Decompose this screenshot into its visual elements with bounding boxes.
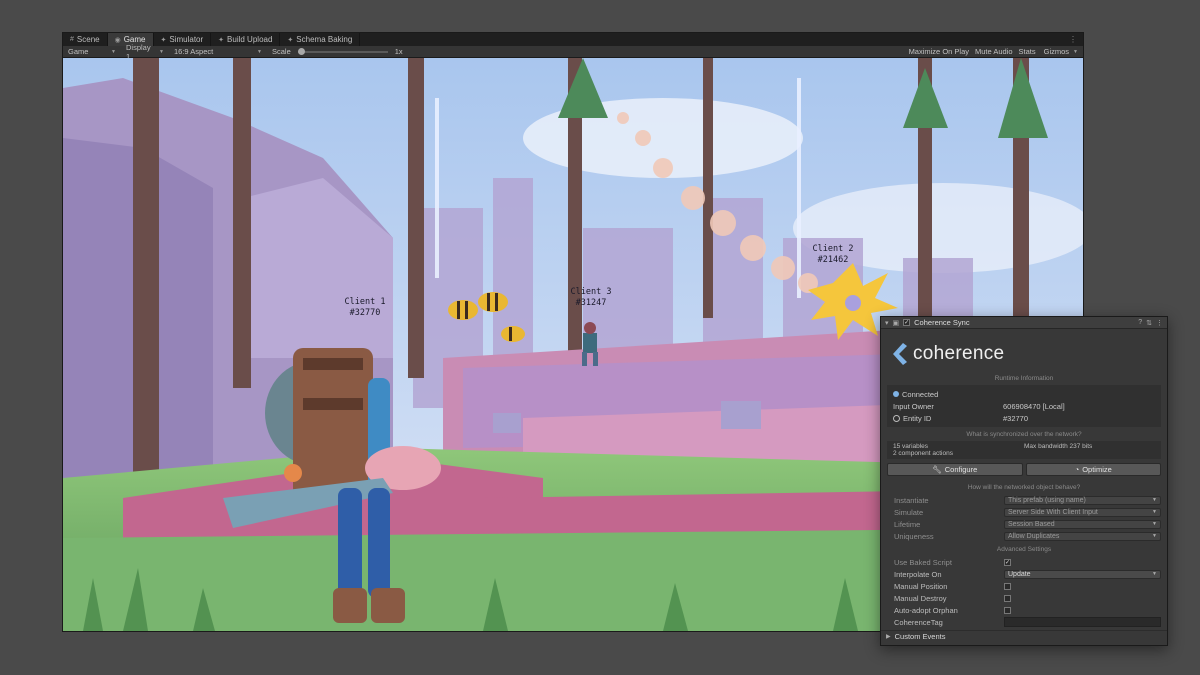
maximize-on-play-button[interactable]: Maximize On Play	[906, 46, 972, 57]
sync-stats: 15 variables 2 component actions Max ban…	[887, 441, 1161, 459]
preset-icon[interactable]: ⇅	[1146, 319, 1152, 327]
variables-count: 15 variables	[893, 443, 929, 450]
game-toolbar: Game ▼ Display 1 ▼ 16:9 Aspect ▼ Scale 1x M…	[63, 43, 1083, 61]
uniqueness-dropdown[interactable]: Allow Duplicates ▼	[1004, 531, 1161, 541]
simulator-icon: ✦	[160, 36, 167, 44]
more-options-icon[interactable]: ⋮	[1156, 319, 1163, 327]
tab-schema-baking[interactable]: ✦ Schema Baking	[280, 33, 361, 46]
baking-icon: ✦	[287, 36, 294, 44]
scale-control: Scale 1x	[272, 47, 403, 56]
optimize-button[interactable]: ◔ Optimize	[1025, 463, 1161, 476]
coherence-logo-icon	[893, 343, 907, 365]
chevron-right-icon: ▶	[886, 634, 891, 640]
interpolate-on-dropdown[interactable]: Update ▼	[1004, 569, 1161, 579]
auto-adopt-orphan-row: Auto-adopt Orphan	[881, 604, 1167, 616]
interpolate-on-row: Interpolate On Update ▼	[881, 568, 1167, 580]
sync-heading: What is synchronized over the network?	[966, 431, 1082, 438]
scale-slider[interactable]	[297, 47, 388, 55]
entity-icon	[893, 414, 900, 422]
entity-id-value: #32770	[1003, 413, 1029, 423]
client-3-label: Client 3 #31247	[570, 287, 612, 308]
coherence-sync-inspector: ▾ ▣ ✓ Coherence Sync ? ⇅ ⋮ coherence Run…	[880, 316, 1168, 646]
chevron-down-icon: ▼	[1152, 571, 1157, 577]
simulate-row: Simulate Server Side With Client Input ▼	[881, 506, 1167, 518]
manual-position-checkbox[interactable]	[1004, 582, 1011, 590]
chevron-down-icon: ▼	[1152, 533, 1157, 539]
client-2-label: Client 2 #21462	[812, 244, 854, 265]
runtime-info-heading: Runtime Information	[994, 375, 1054, 382]
client-1-label: Client 1 #32770	[344, 297, 386, 318]
manual-position-row: Manual Position	[881, 580, 1167, 592]
instantiate-row: Instantiate This prefab (using name) ▼	[881, 494, 1167, 506]
chevron-down-icon: ▼	[1152, 497, 1157, 503]
chevron-down-icon: ▼	[257, 48, 262, 55]
upload-icon: ✦	[218, 36, 225, 44]
gamepad-icon: ◉	[114, 36, 121, 44]
tab-scene[interactable]: # Scene	[63, 33, 108, 46]
chevron-down-icon: ▼	[1073, 48, 1078, 55]
mute-audio-button[interactable]: Mute Audio	[972, 46, 1016, 57]
grid-icon: #	[70, 36, 74, 43]
custom-events-foldout[interactable]: ▶ Custom Events	[881, 630, 1167, 642]
chevron-down-icon: ▼	[111, 48, 116, 55]
connected-status-icon	[893, 391, 899, 397]
script-icon: ▣	[892, 319, 900, 327]
lifetime-row: Lifetime Session Based ▼	[881, 518, 1167, 530]
uniqueness-row: Uniqueness Allow Duplicates ▼	[881, 530, 1167, 542]
instantiate-dropdown[interactable]: This prefab (using name) ▼	[1004, 495, 1161, 505]
stats-button[interactable]: Stats	[1016, 46, 1039, 57]
more-options-icon[interactable]: ⋮	[1063, 33, 1083, 46]
manual-destroy-checkbox[interactable]	[1004, 594, 1011, 602]
component-header[interactable]: ▾ ▣ ✓ Coherence Sync ? ⇅ ⋮	[881, 317, 1167, 329]
scale-slider-handle[interactable]	[297, 47, 305, 55]
component-actions-count: 2 component actions	[893, 450, 953, 457]
enabled-checkbox[interactable]: ✓	[903, 319, 911, 326]
advanced-heading: Advanced Settings	[996, 546, 1052, 553]
connected-status: Connected	[902, 389, 939, 399]
input-owner-label: Input Owner	[893, 401, 934, 411]
display-dropdown[interactable]: Display 1 ▼	[121, 43, 169, 61]
tab-simulator[interactable]: ✦ Simulator	[154, 33, 212, 46]
configure-button[interactable]: 🔧︎ Configure	[887, 463, 1023, 476]
runtime-info-box: Connected Input Owner 606908470 [Local] E…	[887, 385, 1161, 427]
coherence-tag-row: CoherenceTag	[881, 616, 1167, 628]
wrench-icon: 🔧︎	[932, 465, 942, 474]
max-bandwidth: Max bandwidth 237 bits	[1024, 443, 1093, 450]
mode-dropdown[interactable]: Game ▼	[63, 46, 121, 57]
use-baked-script-row: Use Baked Script ✓	[894, 557, 1011, 567]
tab-build-upload[interactable]: ✦ Build Upload	[211, 33, 281, 46]
manual-destroy-row: Manual Destroy	[881, 592, 1167, 604]
coherence-logo: coherence	[881, 329, 1167, 371]
auto-adopt-orphan-checkbox[interactable]	[1004, 606, 1011, 614]
gizmos-dropdown[interactable]: Gizmos ▼	[1039, 46, 1083, 57]
use-baked-script-checkbox[interactable]: ✓	[1004, 558, 1011, 566]
simulate-dropdown[interactable]: Server Side With Client Input ▼	[1004, 507, 1161, 517]
input-owner-value: 606908470 [Local]	[1003, 401, 1065, 411]
editor-tab-bar: # Scene ◉ Game ✦ Simulator ✦ Build Upload ✦ S…	[63, 33, 1083, 46]
help-icon[interactable]: ?	[1138, 319, 1142, 326]
component-title: Coherence Sync	[914, 318, 970, 327]
gauge-icon: ◔	[1074, 465, 1080, 474]
aspect-dropdown[interactable]: 16:9 Aspect ▼	[169, 46, 267, 57]
chevron-down-icon: ▼	[1152, 509, 1157, 515]
behave-heading: How will the networked object behave?	[967, 484, 1081, 491]
chevron-down-icon: ▼	[1152, 521, 1157, 527]
coherence-tag-input[interactable]	[1004, 617, 1161, 627]
entity-id-label: Entity ID	[903, 413, 932, 423]
chevron-down-icon: ▼	[159, 48, 164, 55]
lifetime-dropdown[interactable]: Session Based ▼	[1004, 519, 1161, 529]
logo-text: coherence	[913, 343, 1005, 364]
foldout-arrow-icon[interactable]: ▾	[885, 319, 889, 327]
